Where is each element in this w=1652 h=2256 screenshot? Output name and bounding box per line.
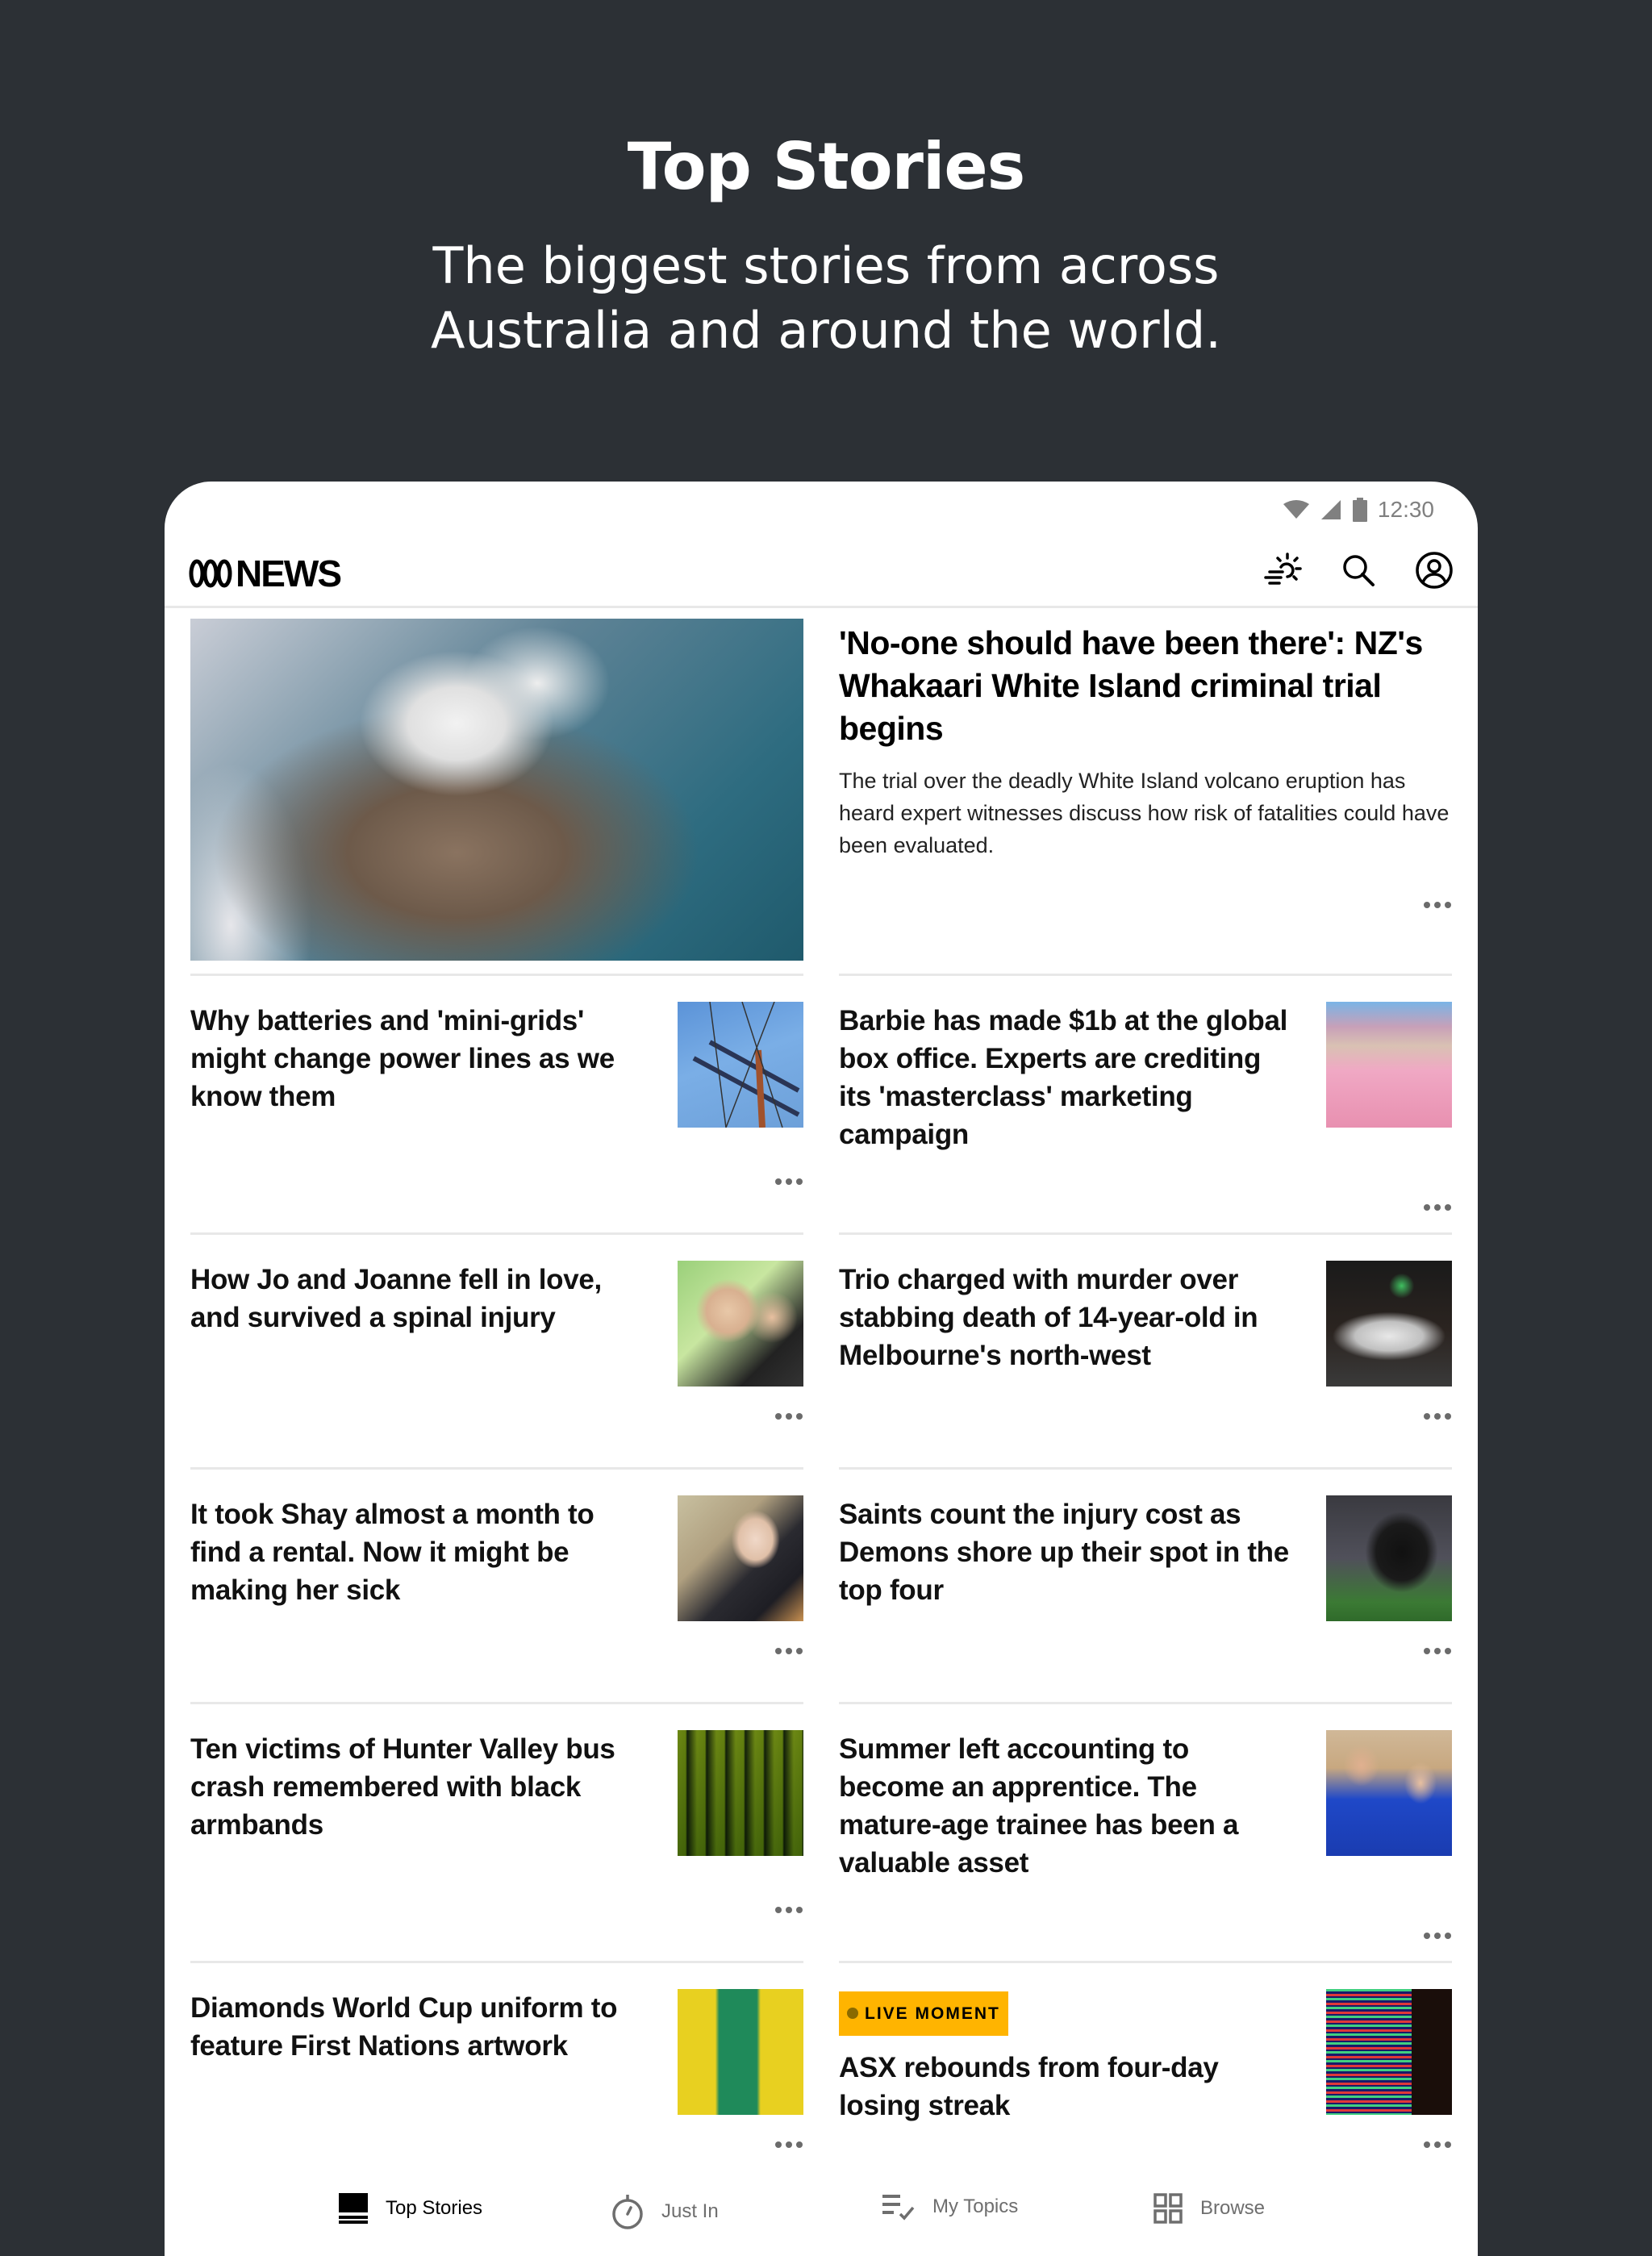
injured-afl-player-photo xyxy=(1326,1495,1452,1621)
stopwatch-icon xyxy=(612,2195,643,2229)
story-title[interactable]: Summer left accounting to become an appr… xyxy=(839,1730,1291,1882)
hero-story[interactable]: 'No-one should have been there': NZ's Wh… xyxy=(190,619,1452,974)
live-dot-icon xyxy=(847,2008,858,2019)
stock-ticker-board-photo xyxy=(1326,1989,1452,2115)
more-options-button[interactable] xyxy=(1423,1932,1452,1940)
bottom-navigation: Top Stories Just In My Topics Browse xyxy=(165,2183,1478,2256)
story-title[interactable]: Barbie has made $1b at the global box of… xyxy=(839,1002,1291,1153)
battery-icon xyxy=(1352,498,1367,522)
apprentice-and-boss-photo xyxy=(1326,1730,1452,1856)
story-card[interactable]: LIVE MOMENT ASX rebounds from four-day l… xyxy=(839,1961,1452,2196)
promo-subtitle-line1: The biggest stories from across xyxy=(432,236,1220,295)
checklist-icon xyxy=(882,2195,915,2221)
more-horizontal-icon xyxy=(775,1178,803,1185)
more-options-button[interactable] xyxy=(1423,901,1452,909)
woman-portrait-photo xyxy=(678,1495,803,1621)
more-horizontal-icon xyxy=(1424,1648,1451,1654)
story-title[interactable]: Trio charged with murder over stabbing d… xyxy=(839,1261,1291,1374)
barbie-movie-still xyxy=(1326,1002,1452,1128)
more-horizontal-icon xyxy=(775,1413,803,1420)
app-bar: NEWS xyxy=(165,538,1478,608)
app-bar-actions xyxy=(1263,551,1454,590)
more-options-button[interactable] xyxy=(1423,1412,1452,1420)
nav-top-stories[interactable]: Top Stories xyxy=(339,2193,482,2224)
story-title[interactable]: Saints count the injury cost as Demons s… xyxy=(839,1495,1291,1609)
tablet-screen: 12:30 NEWS 'No-one should have been ther… xyxy=(165,482,1478,2256)
story-feed: 'No-one should have been there': NZ's Wh… xyxy=(190,619,1452,2196)
wifi-icon xyxy=(1283,500,1309,519)
more-options-button[interactable] xyxy=(1423,1647,1452,1655)
story-card[interactable]: Saints count the injury cost as Demons s… xyxy=(839,1467,1452,1702)
story-card[interactable]: Trio charged with murder over stabbing d… xyxy=(839,1232,1452,1467)
search-icon xyxy=(1343,555,1375,586)
status-bar: 12:30 xyxy=(1283,490,1434,530)
nav-label: Browse xyxy=(1200,2197,1266,2219)
story-title[interactable]: Why batteries and 'mini-grids' might cha… xyxy=(190,1002,642,1115)
more-horizontal-icon xyxy=(1424,902,1451,908)
more-options-button[interactable] xyxy=(774,1178,803,1186)
police-car-night-photo xyxy=(1326,1261,1452,1387)
story-title[interactable]: Diamonds World Cup uniform to feature Fi… xyxy=(190,1989,642,2065)
more-horizontal-icon xyxy=(1424,1933,1451,1939)
grid-icon xyxy=(1153,2193,1183,2224)
status-time: 12:30 xyxy=(1377,497,1434,522)
story-title[interactable]: It took Shay almost a month to find a re… xyxy=(190,1495,642,1609)
story-title[interactable]: ASX rebounds from four-day losing streak xyxy=(839,2049,1291,2125)
football-team-lineup-photo xyxy=(678,1730,803,1856)
story-card[interactable]: Summer left accounting to become an appr… xyxy=(839,1702,1452,1961)
more-horizontal-icon xyxy=(775,2141,803,2148)
nav-my-topics[interactable]: My Topics xyxy=(882,2193,1018,2221)
account-icon xyxy=(1416,552,1453,589)
more-options-button[interactable] xyxy=(774,1412,803,1420)
abc-logo-icon xyxy=(189,559,232,588)
promo-subtitle: The biggest stories from across Australi… xyxy=(0,234,1652,363)
more-options-button[interactable] xyxy=(1423,2141,1452,2149)
more-options-button[interactable] xyxy=(774,1647,803,1655)
more-horizontal-icon xyxy=(775,1648,803,1654)
nav-label: Just In xyxy=(661,2200,719,2222)
abc-news-logo[interactable]: NEWS xyxy=(189,553,342,594)
more-options-button[interactable] xyxy=(1423,1203,1452,1211)
story-card[interactable]: How Jo and Joanne fell in love, and surv… xyxy=(190,1232,803,1467)
search-button[interactable] xyxy=(1339,551,1378,590)
weather-icon xyxy=(1264,553,1302,585)
badge-label: LIVE MOMENT xyxy=(865,2004,1000,2023)
more-options-button[interactable] xyxy=(774,2141,803,2149)
more-horizontal-icon xyxy=(775,1907,803,1913)
hero-text: 'No-one should have been there': NZ's Wh… xyxy=(839,619,1452,861)
more-options-button[interactable] xyxy=(774,1906,803,1914)
story-title[interactable]: Ten victims of Hunter Valley bus crash r… xyxy=(190,1730,642,1844)
nav-label: My Topics xyxy=(932,2196,1019,2217)
aerial-volcano-island-photo xyxy=(190,619,803,961)
nav-just-in[interactable]: Just In xyxy=(611,2193,719,2230)
hero-title[interactable]: 'No-one should have been there': NZ's Wh… xyxy=(839,622,1452,750)
story-card[interactable]: Diamonds World Cup uniform to feature Fi… xyxy=(190,1961,803,2196)
couple-selfie-photo xyxy=(678,1261,803,1387)
more-horizontal-icon xyxy=(1424,2141,1451,2148)
account-button[interactable] xyxy=(1415,551,1454,590)
more-horizontal-icon xyxy=(1424,1413,1451,1420)
story-card[interactable]: Ten victims of Hunter Valley bus crash r… xyxy=(190,1702,803,1961)
netball-players-uniform-photo xyxy=(678,1989,803,2115)
promo-title: Top Stories xyxy=(627,129,1026,204)
logo-text: NEWS xyxy=(236,553,342,594)
more-horizontal-icon xyxy=(1424,1204,1451,1211)
story-card[interactable]: Why batteries and 'mini-grids' might cha… xyxy=(190,974,803,1232)
story-card[interactable]: It took Shay almost a month to find a re… xyxy=(190,1467,803,1702)
live-moment-badge: LIVE MOMENT xyxy=(839,1991,1008,2036)
cell-signal-icon xyxy=(1320,500,1341,519)
story-title[interactable]: How Jo and Joanne fell in love, and surv… xyxy=(190,1261,642,1337)
nav-label: Top Stories xyxy=(386,2197,483,2219)
nav-browse[interactable]: Browse xyxy=(1153,2193,1265,2224)
weather-button[interactable] xyxy=(1263,551,1302,590)
promo-subtitle-line2: Australia and around the world. xyxy=(431,301,1221,360)
story-title-block: LIVE MOMENT ASX rebounds from four-day l… xyxy=(839,1991,1291,2125)
hero-description: The trial over the deadly White Island v… xyxy=(839,769,1450,857)
power-lines-photo xyxy=(678,1001,803,1128)
top-stories-icon xyxy=(339,2193,368,2224)
story-grid: Why batteries and 'mini-grids' might cha… xyxy=(190,974,1452,2196)
story-card[interactable]: Barbie has made $1b at the global box of… xyxy=(839,974,1452,1232)
